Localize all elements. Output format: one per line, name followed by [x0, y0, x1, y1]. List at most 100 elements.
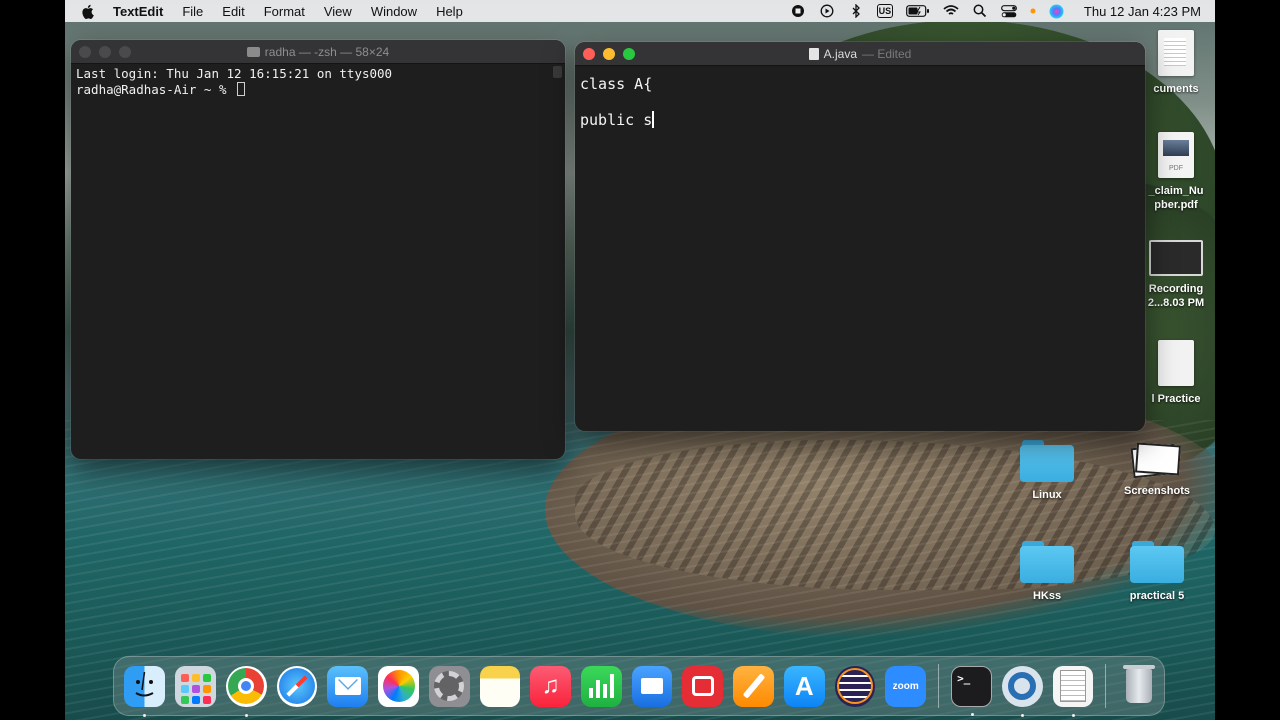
menu-bar-clock[interactable]: Thu 12 Jan 4:23 PM: [1084, 4, 1201, 19]
music-note-icon: ♫: [541, 672, 560, 699]
dock-photo-booth[interactable]: [682, 665, 724, 707]
textedit-icon: [1059, 670, 1086, 702]
dock-music[interactable]: ♫: [530, 665, 572, 707]
scrollbar[interactable]: [553, 66, 562, 78]
dock-launchpad[interactable]: [175, 665, 216, 707]
textedit-title: A.java: [823, 46, 857, 61]
dock-mail[interactable]: [327, 665, 369, 707]
keyboard-input-icon[interactable]: US: [876, 4, 893, 18]
document-icon: [1158, 340, 1194, 386]
menu-view[interactable]: View: [324, 4, 352, 19]
search-icon[interactable]: [972, 4, 988, 18]
numbers-icon: [588, 674, 614, 698]
dock-zoom[interactable]: zoom: [885, 665, 927, 707]
desktop-item-label: Screenshots: [1123, 485, 1191, 497]
bluetooth-icon[interactable]: [848, 4, 864, 18]
dock-textedit[interactable]: [1052, 665, 1094, 717]
running-indicator: [971, 712, 975, 716]
desktop-item-practical-5[interactable]: practical 5: [1109, 541, 1205, 603]
folder-icon: [246, 46, 260, 57]
terminal-window[interactable]: radha — -zsh — 58×24 Last login: Thu Jan…: [71, 40, 565, 459]
menu-window[interactable]: Window: [371, 4, 417, 19]
menu-edit[interactable]: Edit: [222, 4, 244, 19]
terminal-prompt-line[interactable]: radha@Radhas-Air ~ %: [76, 82, 560, 98]
apple-menu-icon[interactable]: [81, 3, 95, 19]
dock-keynote[interactable]: [631, 665, 673, 707]
dock-notes[interactable]: [479, 665, 521, 707]
terminal-icon: >_: [957, 671, 971, 685]
textedit-window[interactable]: A.java — Edited class A{ public s: [575, 42, 1145, 431]
desktop-item-label: HKss: [1032, 590, 1062, 602]
dock-numbers[interactable]: [581, 665, 622, 707]
text-line: public s: [580, 111, 653, 129]
text-caret: [652, 111, 654, 128]
running-indicator: [1071, 713, 1075, 717]
wifi-icon[interactable]: [943, 4, 959, 18]
zoom-button[interactable]: [119, 46, 131, 58]
dock-system-settings[interactable]: [428, 665, 470, 707]
chrome-icon: [228, 668, 265, 704]
terminal-cursor: [237, 82, 246, 96]
recording-dot-icon: [1030, 4, 1036, 18]
text-line: class A{: [580, 75, 653, 93]
text-editor-area[interactable]: class A{ public s: [575, 66, 1145, 138]
dock-trash[interactable]: [1118, 665, 1159, 707]
zoom-button[interactable]: [623, 48, 635, 60]
screenshots-icon: [1130, 440, 1182, 479]
minimize-button[interactable]: [99, 46, 111, 58]
minimize-button[interactable]: [603, 48, 615, 60]
desktop-item-screenshots[interactable]: Screenshots: [1109, 440, 1205, 498]
camera-icon: [691, 676, 714, 696]
play-icon[interactable]: [819, 4, 835, 18]
trash-icon: [1122, 665, 1155, 703]
dock-chrome[interactable]: [226, 665, 267, 717]
mail-icon: [334, 677, 361, 695]
eclipse-icon: [836, 668, 873, 704]
textedit-titlebar[interactable]: A.java — Edited: [575, 42, 1145, 66]
menu-format[interactable]: Format: [264, 4, 305, 19]
document-icon: [808, 47, 819, 60]
recording-icon: [1149, 240, 1203, 276]
menu-app-name[interactable]: TextEdit: [113, 4, 163, 19]
photos-icon: [382, 670, 415, 702]
dock-app-store[interactable]: A: [783, 665, 825, 707]
siri-icon[interactable]: [1049, 4, 1065, 18]
dock-eclipse[interactable]: [834, 665, 876, 707]
desktop-item-label: _claim_Nu pber.pdf: [1148, 185, 1204, 211]
desktop-item-hkss[interactable]: HKss: [999, 541, 1095, 603]
screen-record-icon[interactable]: [790, 4, 806, 18]
desktop-item-linux[interactable]: Linux: [999, 440, 1095, 502]
text-line-current: public s: [580, 111, 1140, 129]
dock-photos[interactable]: [378, 665, 419, 707]
safari-icon: [279, 668, 316, 704]
gear-icon: [434, 671, 465, 701]
menu-bar: TextEdit File Edit Format View Window He…: [65, 0, 1215, 22]
folder-icon: [1020, 440, 1074, 482]
pen-icon: [742, 673, 765, 699]
dock-finder[interactable]: [124, 665, 165, 717]
terminal-output[interactable]: Last login: Thu Jan 12 16:15:21 on ttys0…: [71, 64, 565, 100]
zoom-label: zoom: [892, 680, 919, 692]
menu-file[interactable]: File: [182, 4, 203, 19]
pdf-icon: PDF: [1158, 132, 1194, 178]
control-center-icon[interactable]: [1001, 4, 1017, 18]
close-button[interactable]: [79, 46, 91, 58]
dock-quicktime[interactable]: [1001, 665, 1043, 717]
menu-help[interactable]: Help: [436, 4, 463, 19]
battery-icon[interactable]: [906, 4, 930, 18]
keynote-icon: [641, 678, 664, 694]
terminal-title: radha — -zsh — 58×24: [264, 44, 390, 59]
desktop-item-label: Recording 2...8.03 PM: [1147, 283, 1205, 309]
desktop-item-label: Linux: [1032, 489, 1062, 501]
folder-icon: [1130, 541, 1184, 583]
text-line-blank: [580, 93, 1140, 111]
close-button[interactable]: [583, 48, 595, 60]
dock-pages[interactable]: [733, 665, 774, 707]
textedit-edited-status: — Edited: [862, 46, 912, 61]
app-store-icon: A: [794, 670, 814, 701]
document-icon: [1158, 30, 1194, 76]
running-indicator: [1020, 713, 1024, 717]
dock-safari[interactable]: [276, 665, 318, 707]
terminal-titlebar[interactable]: radha — -zsh — 58×24: [71, 40, 565, 64]
dock-terminal[interactable]: >_: [951, 665, 992, 716]
